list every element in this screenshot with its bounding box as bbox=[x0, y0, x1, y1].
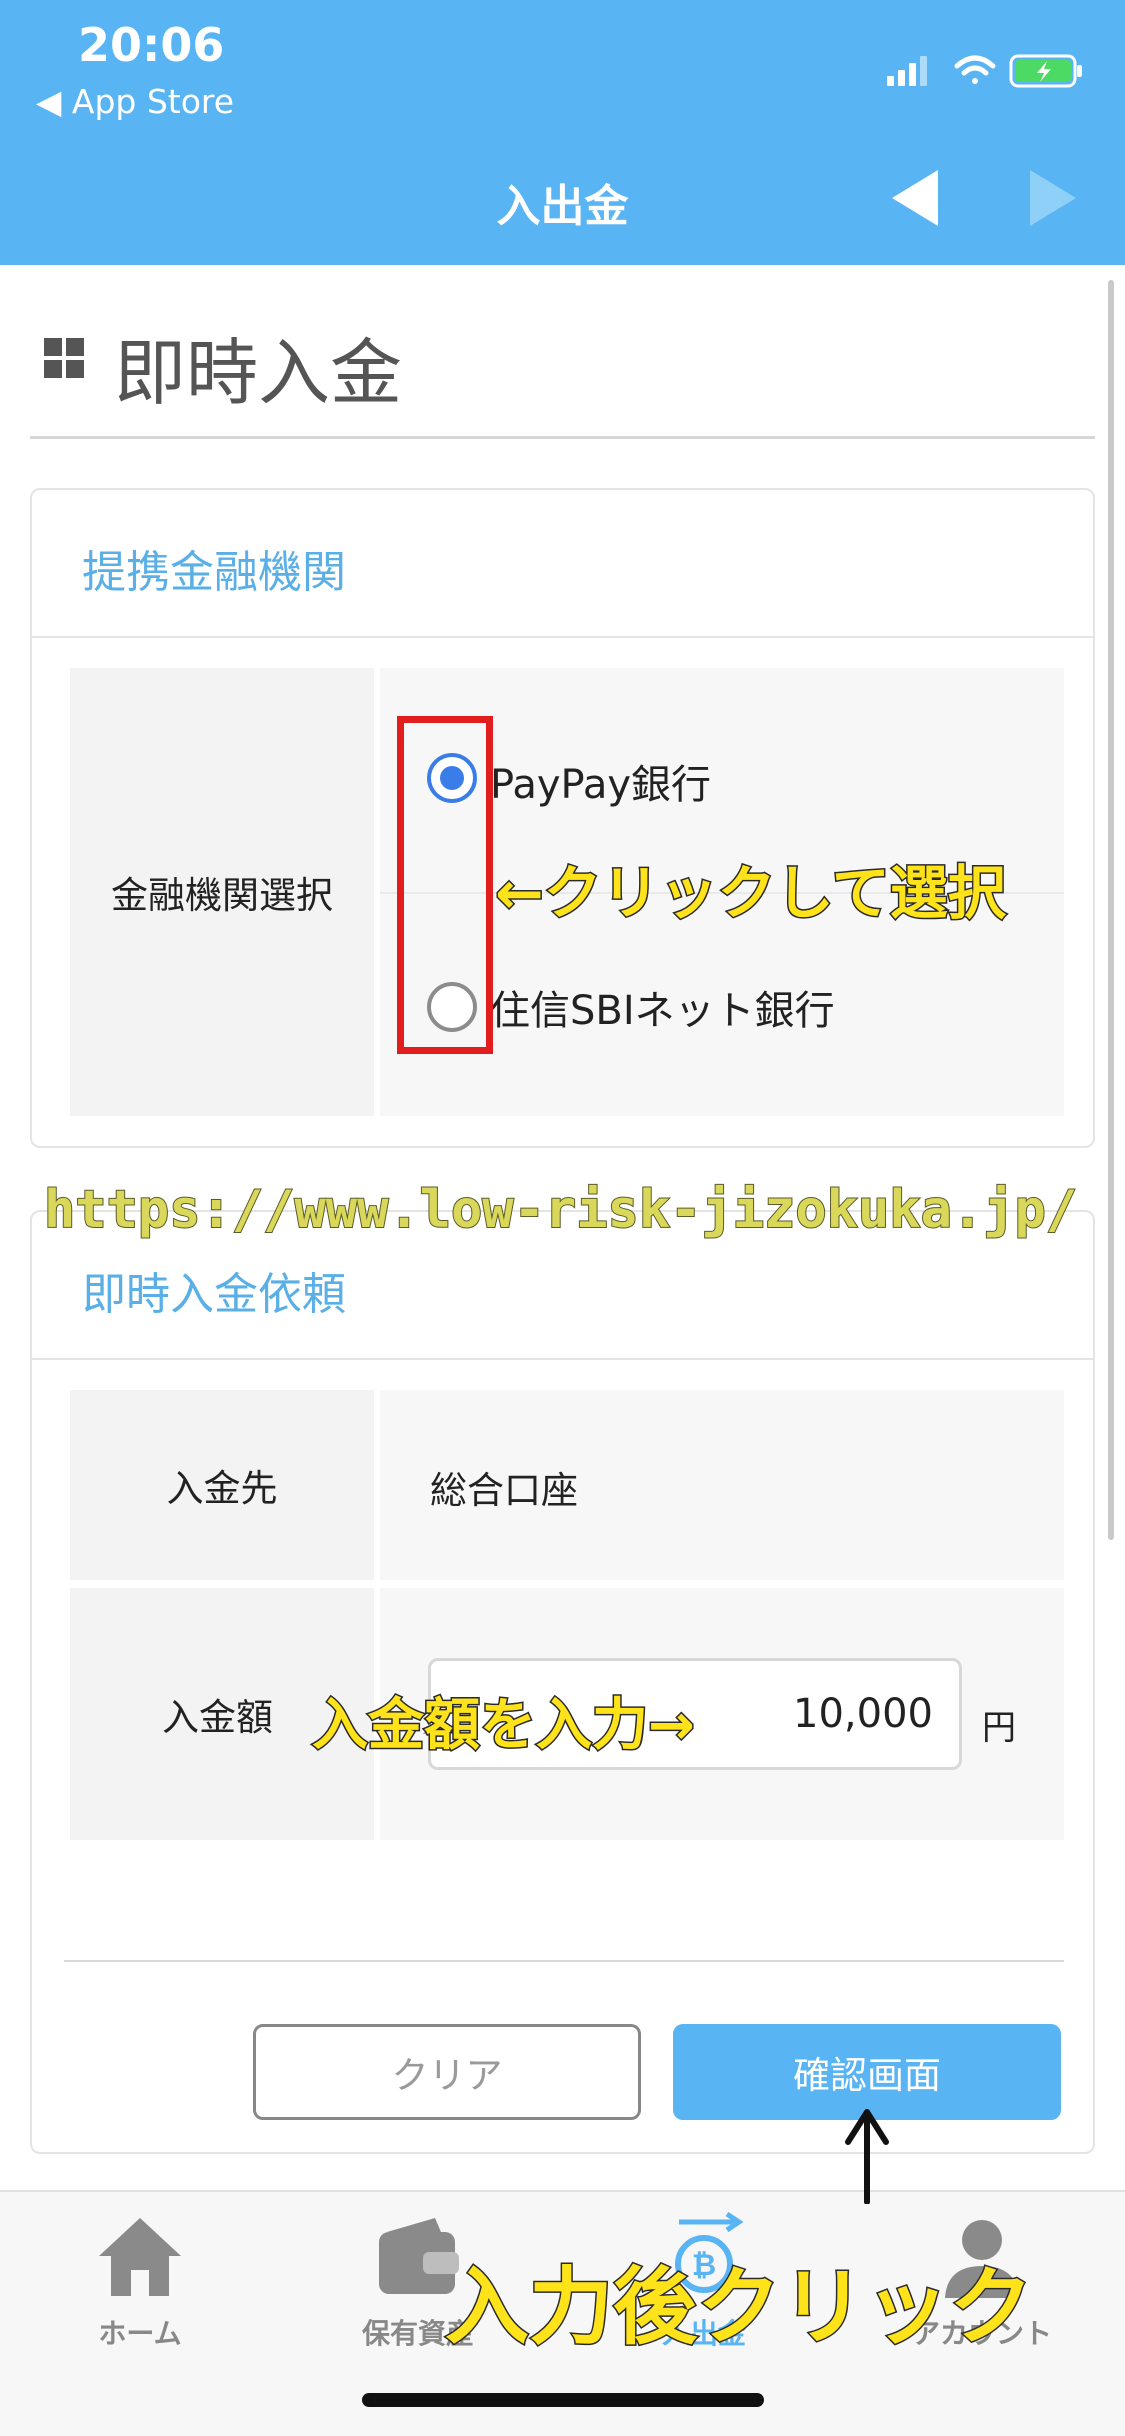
up-arrow-icon bbox=[845, 2109, 889, 2204]
status-time: 20:06 bbox=[78, 18, 225, 72]
page-title-row: 即時入金 bbox=[30, 300, 1090, 415]
amount-unit: 円 bbox=[982, 1708, 1016, 1748]
battery-icon bbox=[1009, 54, 1082, 88]
app-header: 20:06 ◀ App Store 入出金 bbox=[0, 0, 1125, 265]
home-indicator bbox=[362, 2393, 764, 2407]
nav-title: 入出金 bbox=[496, 181, 629, 232]
scrollbar[interactable] bbox=[1108, 280, 1114, 1540]
destination-label: 入金先 bbox=[70, 1390, 374, 1580]
title-divider bbox=[30, 436, 1095, 439]
radio-highlight-box bbox=[397, 716, 493, 1054]
next-arrow-icon[interactable] bbox=[1028, 168, 1078, 228]
grid-icon bbox=[44, 338, 84, 378]
home-icon bbox=[99, 2218, 181, 2296]
tab-home[interactable]: ホーム bbox=[40, 2212, 240, 2362]
confirm-screen-button[interactable]: 確認画面 bbox=[673, 2024, 1061, 2120]
form-divider bbox=[64, 1960, 1064, 1962]
wifi-icon bbox=[954, 55, 996, 84]
institution-card: 提携金融機関 金融機関選択 bbox=[30, 488, 1095, 1148]
destination-value: 総合口座 bbox=[430, 1469, 578, 1512]
signal-icon bbox=[887, 56, 927, 86]
deposit-card-title: 即時入金依頼 bbox=[82, 1269, 346, 1320]
confirm-instruction-callout: 入力後クリック bbox=[443, 2257, 1034, 2358]
amount-instruction-callout: 入金額を入力→ bbox=[311, 1692, 697, 1760]
tab-home-label: ホーム bbox=[98, 2317, 182, 2350]
select-instruction-callout: ←クリックして選択 bbox=[494, 858, 1008, 929]
back-to-app-store-link[interactable]: ◀ App Store bbox=[36, 82, 234, 121]
destination-cell: 総合口座 bbox=[380, 1390, 1064, 1580]
clear-button[interactable]: クリア bbox=[253, 2024, 641, 2120]
institution-select-label: 金融機関選択 bbox=[70, 668, 374, 1116]
previous-arrow-icon[interactable] bbox=[890, 168, 940, 228]
institution-card-header: 提携金融機関 bbox=[32, 490, 1093, 638]
institution-card-title: 提携金融機関 bbox=[82, 547, 346, 598]
site-watermark: https://www.low-risk-jizokuka.jp/ bbox=[43, 1179, 1078, 1241]
paypay-bank-label[interactable]: PayPay銀行 bbox=[490, 752, 711, 810]
status-icons bbox=[887, 54, 1082, 88]
page-title: 即時入金 bbox=[114, 331, 403, 415]
sbi-net-bank-label[interactable]: 住信SBIネット銀行 bbox=[490, 978, 835, 1036]
